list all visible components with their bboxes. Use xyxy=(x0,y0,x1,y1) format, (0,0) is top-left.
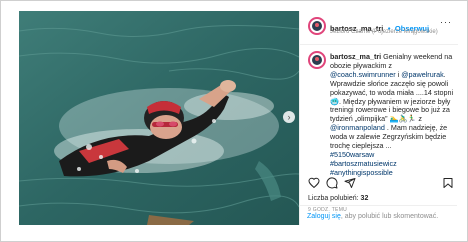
bookmark-icon[interactable] xyxy=(442,177,454,189)
heart-icon[interactable] xyxy=(308,177,320,189)
caption-text-3: . Wprawdzie słońce zaczęło się powoli po… xyxy=(330,69,454,124)
mention-link[interactable]: @pawelrurak xyxy=(401,70,443,79)
post-frame: › bartosz_ma_tri • Obserwuj Jezioro Czar… xyxy=(0,0,468,242)
post-caption: bartosz_ma_tri Genialny weekend na obozi… xyxy=(330,52,454,178)
mention-link[interactable]: @coach.swimrunner xyxy=(330,70,396,79)
location-link[interactable]: Jezioro Czarne (Pojezierze Mrągowskie) xyxy=(330,29,438,35)
login-prompt: Zaloguj się, aby polubić lub skomentować… xyxy=(307,213,438,220)
login-link[interactable]: Zaloguj się xyxy=(307,213,341,220)
post-actions xyxy=(306,177,454,191)
likes-label: Liczba polubień: xyxy=(308,195,359,202)
next-photo-button[interactable]: › xyxy=(283,111,295,123)
more-icon[interactable]: ··· xyxy=(440,17,452,27)
mention-link[interactable]: @ironmanpoland xyxy=(330,123,385,132)
likes-number: 32 xyxy=(360,195,369,202)
post-photo[interactable] xyxy=(19,11,299,225)
login-prompt-text: , aby polubić lub skomentować. xyxy=(340,213,439,220)
swimmer-image xyxy=(19,11,299,225)
post-header: bartosz_ma_tri • Obserwuj Jezioro Czarne… xyxy=(300,11,458,45)
comment-icon[interactable] xyxy=(326,177,338,189)
divider xyxy=(299,205,457,206)
avatar[interactable] xyxy=(308,17,326,35)
caption-avatar[interactable] xyxy=(308,51,326,69)
caption-username[interactable]: bartosz_ma_tri xyxy=(330,52,381,61)
post-side-panel: bartosz_ma_tri • Obserwuj Jezioro Czarne… xyxy=(299,11,458,225)
share-icon[interactable] xyxy=(344,177,356,189)
likes-count[interactable]: Liczba polubień: 32 xyxy=(308,195,368,202)
